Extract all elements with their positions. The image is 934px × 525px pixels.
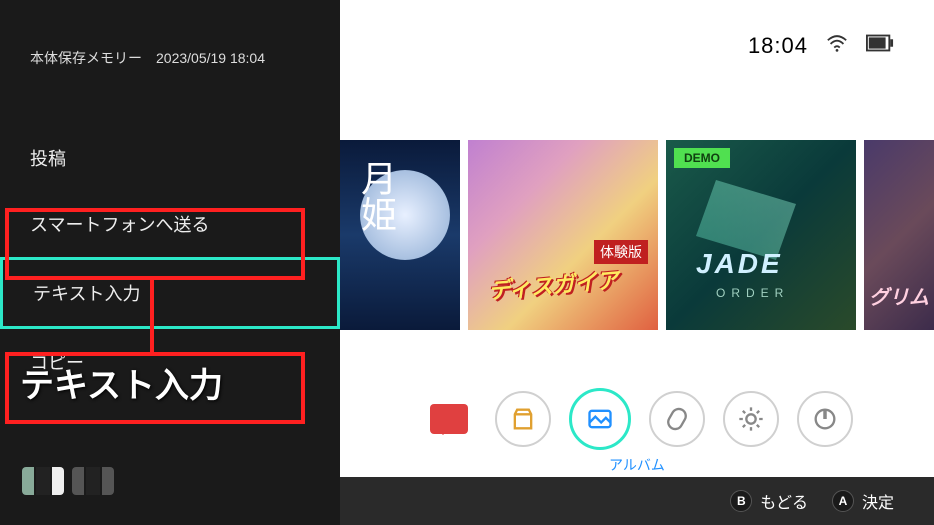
game-tile-grim[interactable]: グリム (864, 140, 934, 330)
status-time: 18:04 (748, 33, 808, 59)
menu-item-send-smartphone[interactable]: スマートフォンへ送る (0, 191, 340, 257)
footer-back-button[interactable]: B もどる (730, 489, 808, 513)
nav-news-icon[interactable] (421, 391, 477, 447)
game-sub: 体験版 (594, 240, 648, 264)
annotation-label: テキスト入力 (20, 358, 223, 407)
footer-bar: B もどる A 決定 (340, 477, 934, 525)
nav-eshop-icon[interactable] (495, 391, 551, 447)
footer-ok-label: 決定 (862, 489, 894, 513)
game-carousel[interactable]: 月姫 ディスガイア 体験版 DEMO JADE ORDER グリム (340, 140, 934, 330)
status-bar: 18:04 (748, 32, 894, 59)
panel-header: 本体保存メモリー 2023/05/19 18:04 (30, 48, 265, 68)
wifi-icon (826, 32, 848, 59)
game-logo: ディスガイア (487, 262, 620, 305)
nav-settings-icon[interactable] (723, 391, 779, 447)
game-logo: グリム (869, 281, 929, 310)
game-sub: ORDER (716, 286, 789, 300)
b-button-icon: B (730, 490, 752, 512)
demo-badge: DEMO (674, 148, 730, 168)
annotation-connector (150, 276, 154, 356)
nav-power-icon[interactable] (797, 391, 853, 447)
game-title: 月姫 (350, 160, 402, 232)
menu-item-text-input[interactable]: テキスト入力 (0, 257, 340, 329)
game-tile-jade-order[interactable]: DEMO JADE ORDER (666, 140, 856, 330)
footer-ok-button[interactable]: A 決定 (832, 489, 894, 513)
context-menu: 投稿 スマートフォンへ送る テキスト入力 コピー (0, 125, 340, 395)
battery-icon (866, 34, 894, 57)
nav-selected-label: アルバム (609, 455, 665, 475)
footer-back-label: もどる (760, 489, 808, 513)
album-context-panel: 本体保存メモリー 2023/05/19 18:04 投稿 スマートフォンへ送る … (0, 0, 340, 525)
game-tile-tsukihime[interactable]: 月姫 (340, 140, 460, 330)
game-tile-disgaea[interactable]: ディスガイア 体験版 (468, 140, 658, 330)
a-button-icon: A (832, 490, 854, 512)
controller-indicator-icon (22, 467, 114, 495)
home-nav-row (340, 388, 934, 450)
nav-album-icon[interactable] (569, 388, 631, 450)
home-screen: 18:04 月姫 ディスガイア 体験版 DEMO JADE ORDER グリ (340, 0, 934, 525)
game-logo: JADE (696, 248, 783, 280)
menu-item-post[interactable]: 投稿 (0, 125, 340, 191)
nav-controllers-icon[interactable] (649, 391, 705, 447)
